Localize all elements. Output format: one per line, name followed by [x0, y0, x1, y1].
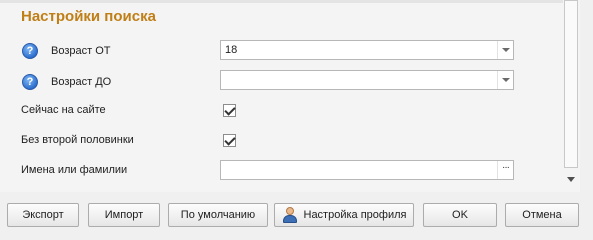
import-button[interactable]: Импорт [88, 203, 160, 227]
profile-settings-button[interactable]: Настройка профиля [274, 203, 414, 227]
scrollbar-thumb[interactable] [564, 0, 578, 168]
help-icon[interactable]: ? [22, 43, 38, 59]
export-button[interactable]: Экспорт [7, 203, 79, 227]
ok-button[interactable]: OK [423, 203, 497, 227]
names-label: Имена или фамилии [21, 164, 128, 176]
search-settings-panel: Настройки поиска ? Возраст ОТ 18 ? Возра… [0, 0, 580, 192]
import-button-label: Импорт [104, 209, 144, 221]
age-from-combo[interactable]: 18 [220, 40, 514, 60]
section-title: Настройки поиска [21, 8, 156, 25]
profile-settings-button-label: Настройка профиля [303, 209, 407, 221]
chevron-down-icon[interactable] [497, 41, 513, 59]
user-profile-icon [282, 207, 298, 223]
vertical-scrollbar[interactable] [563, 0, 580, 192]
top-divider [0, 0, 580, 3]
default-button[interactable]: По умолчанию [168, 203, 268, 227]
single-label: Без второй половинки [21, 134, 134, 146]
scroll-down-arrow-icon[interactable] [567, 177, 575, 182]
single-checkbox[interactable] [223, 134, 236, 147]
chevron-down-icon[interactable] [497, 71, 513, 89]
cancel-button-label: Отмена [522, 209, 562, 221]
online-now-checkbox[interactable] [223, 104, 236, 117]
ok-button-label: OK [452, 209, 468, 221]
help-icon[interactable]: ? [22, 74, 38, 90]
ellipsis-icon[interactable]: ··· [497, 161, 513, 179]
age-from-label: Возраст ОТ [51, 45, 111, 57]
age-to-combo[interactable] [220, 70, 514, 90]
age-from-value: 18 [225, 44, 238, 56]
default-button-label: По умолчанию [180, 209, 256, 221]
names-input[interactable]: ··· [220, 160, 514, 180]
export-button-label: Экспорт [22, 209, 64, 221]
cancel-button[interactable]: Отмена [505, 203, 579, 227]
age-to-label: Возраст ДО [51, 76, 112, 88]
online-now-label: Сейчас на сайте [21, 104, 106, 116]
